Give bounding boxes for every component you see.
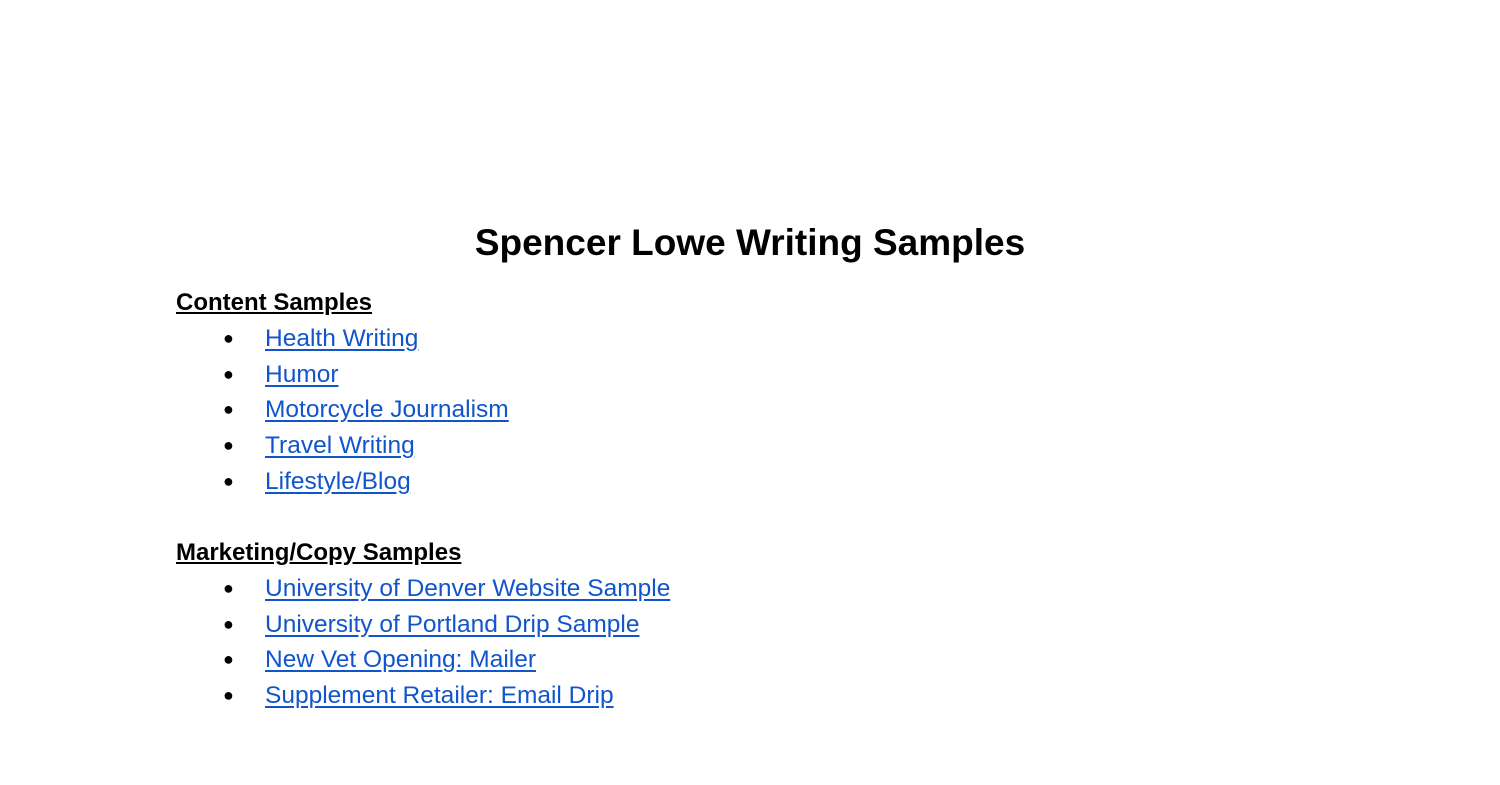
content-samples-section: Content Samples ● Health Writing ● Humor ●…: [176, 285, 509, 499]
list-item: ● Lifestyle/Blog: [176, 464, 509, 500]
bullet-icon: ●: [223, 435, 234, 456]
bullet-icon: ●: [223, 613, 234, 634]
bullet-icon: ●: [223, 578, 234, 598]
list-item: ● Motorcycle Journalism: [176, 392, 509, 428]
list-item: ● University of Portland Drip Sample: [176, 607, 670, 643]
link-university-of-denver[interactable]: University of Denver Website Sample: [265, 575, 670, 602]
list-item: ● Travel Writing: [176, 428, 509, 464]
link-lifestyle-blog[interactable]: Lifestyle/Blog: [265, 468, 411, 495]
marketing-samples-list: ● University of Denver Website Sample ● Un…: [176, 571, 670, 714]
list-item: ● Supplement Retailer: Email Drip: [176, 678, 670, 714]
section-heading: Content Samples: [176, 289, 373, 316]
page-title: Spencer Lowe Writing Samples: [474, 222, 1026, 263]
section-heading: Marketing/Copy Samples: [176, 539, 462, 566]
bullet-icon: ●: [223, 363, 234, 384]
link-motorcycle-journalism[interactable]: Motorcycle Journalism: [265, 396, 509, 423]
list-item: ● Health Writing: [176, 321, 509, 357]
bullet-icon: ●: [223, 399, 234, 420]
link-humor[interactable]: Humor: [265, 361, 339, 388]
bullet-icon: ●: [223, 685, 234, 706]
content-samples-list: ● Health Writing ● Humor ● Motorcycle Journ…: [176, 321, 509, 499]
bullet-icon: ●: [223, 470, 234, 491]
link-supplement-retailer[interactable]: Supplement Retailer: Email Drip: [265, 682, 614, 709]
marketing-samples-section: Marketing/Copy Samples ● University of De…: [176, 535, 670, 714]
list-item: ● New Vet Opening: Mailer: [176, 642, 670, 678]
link-health-writing[interactable]: Health Writing: [265, 325, 418, 352]
bullet-icon: ●: [223, 328, 234, 348]
link-new-vet-opening[interactable]: New Vet Opening: Mailer: [265, 646, 536, 673]
link-travel-writing[interactable]: Travel Writing: [265, 432, 415, 459]
link-university-of-portland[interactable]: University of Portland Drip Sample: [265, 611, 639, 638]
bullet-icon: ●: [223, 649, 234, 670]
list-item: ● Humor: [176, 357, 509, 393]
list-item: ● University of Denver Website Sample: [176, 571, 670, 607]
